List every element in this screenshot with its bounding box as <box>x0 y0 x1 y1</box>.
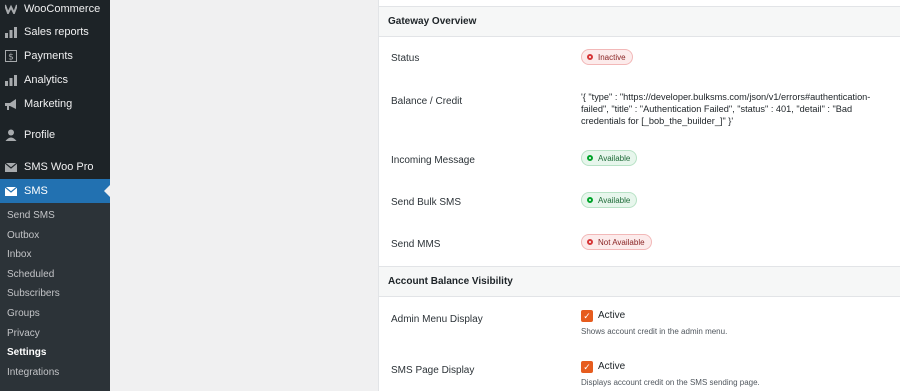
sms-page-display-description: Displays account credit on the SMS sendi… <box>581 378 760 387</box>
submenu-scheduled[interactable]: Scheduled <box>7 267 54 283</box>
admin-menu-display-checkbox[interactable]: ✓ <box>581 310 593 322</box>
send-bulk-sms-value: Available <box>598 195 631 205</box>
status-badge: Inactive <box>581 49 633 65</box>
sms-page-display-checkbox-label[interactable]: Active <box>598 361 625 372</box>
menu-sms[interactable]: SMS <box>0 179 110 203</box>
incoming-message-badge: Available <box>581 150 638 166</box>
submenu-inbox[interactable]: Inbox <box>7 247 31 263</box>
menu-label: SMS <box>24 185 48 197</box>
admin-sidebar: WooCommerce Sales reports $ Payments Ana… <box>0 0 110 391</box>
menu-sales-reports[interactable]: Sales reports <box>0 20 110 44</box>
send-mms-value: Not Available <box>598 237 645 247</box>
menu-label: Analytics <box>24 74 69 86</box>
user-icon <box>4 128 18 142</box>
balance-value: '{ "type" : "https://developer.bulksms.c… <box>581 92 871 126</box>
status-dot-icon <box>587 155 593 161</box>
balance-visibility-heading: Account Balance Visibility <box>379 266 900 297</box>
sms-page-display-checkbox[interactable]: ✓ <box>581 361 593 373</box>
menu-label: Payments <box>24 50 73 62</box>
menu-label: SMS Woo Pro <box>24 161 94 173</box>
admin-menu-display-description: Shows account credit in the admin menu. <box>581 327 728 336</box>
status-dot-icon <box>587 54 593 60</box>
menu-label: WooCommerce <box>24 3 101 15</box>
menu-analytics[interactable]: Analytics <box>0 68 110 92</box>
menu-marketing[interactable]: Marketing <box>0 92 110 116</box>
sms-submenu: Send SMS Outbox Inbox Scheduled Subscrib… <box>0 203 110 391</box>
send-mms-label: Send MMS <box>391 239 441 250</box>
bar-chart-icon <box>4 73 18 87</box>
send-bulk-sms-badge: Available <box>581 192 638 208</box>
submenu-privacy[interactable]: Privacy <box>7 326 40 342</box>
megaphone-icon <box>4 97 18 111</box>
menu-label: Marketing <box>24 98 73 110</box>
status-label: Status <box>391 53 420 64</box>
menu-label: Sales reports <box>24 26 89 38</box>
menu-label: Profile <box>24 129 56 141</box>
settings-panel: Gateway Overview Status Inactive Balance… <box>378 0 900 391</box>
menu-profile[interactable]: Profile <box>0 123 110 147</box>
submenu-outbox[interactable]: Outbox <box>7 228 39 244</box>
send-mms-badge: Not Available <box>581 234 652 250</box>
admin-menu-display-checkbox-label[interactable]: Active <box>598 310 625 321</box>
submenu-subscribers[interactable]: Subscribers <box>7 286 60 302</box>
menu-payments[interactable]: $ Payments <box>0 44 110 68</box>
main-content: Gateway Overview Status Inactive Balance… <box>110 0 900 391</box>
submenu-send-sms[interactable]: Send SMS <box>7 208 55 224</box>
incoming-message-value: Available <box>598 153 631 163</box>
admin-menu-display-label: Admin Menu Display <box>391 314 483 325</box>
menu-sms-woo-pro[interactable]: SMS Woo Pro <box>0 155 110 179</box>
status-dot-icon <box>587 239 593 245</box>
woocommerce-icon <box>4 2 18 16</box>
envelope-icon <box>4 160 18 174</box>
submenu-groups[interactable]: Groups <box>7 306 40 322</box>
send-bulk-sms-label: Send Bulk SMS <box>391 197 462 208</box>
envelope-icon <box>4 184 18 198</box>
status-dot-icon <box>587 197 593 203</box>
balance-label: Balance / Credit <box>391 96 463 107</box>
gateway-overview-heading: Gateway Overview <box>379 6 900 37</box>
incoming-message-label: Incoming Message <box>391 155 475 166</box>
submenu-integrations[interactable]: Integrations <box>7 365 59 381</box>
menu-woocommerce[interactable]: WooCommerce <box>0 0 110 21</box>
status-value: Inactive <box>598 52 626 62</box>
bar-chart-icon <box>4 25 18 39</box>
svg-text:$: $ <box>8 53 14 63</box>
dollar-icon: $ <box>4 49 18 63</box>
submenu-settings[interactable]: Settings <box>7 345 46 361</box>
sms-page-display-label: SMS Page Display <box>391 365 475 376</box>
